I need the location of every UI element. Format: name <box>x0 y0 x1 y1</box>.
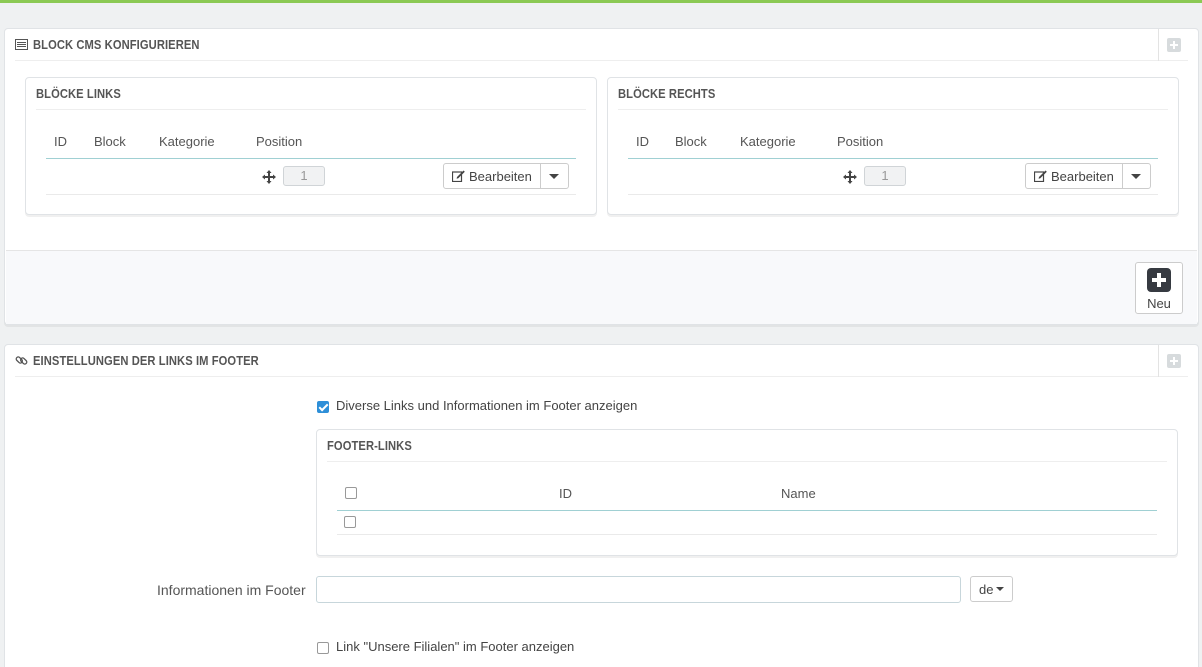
link-icon <box>15 354 28 367</box>
row-checkbox[interactable] <box>344 516 356 528</box>
right-blocks-heading: BLÖCKE RECHTS <box>618 78 1168 110</box>
list-icon <box>15 39 28 50</box>
edit-dropdown-toggle[interactable] <box>1123 164 1150 188</box>
language-label: de <box>979 581 994 597</box>
move-icon[interactable] <box>843 170 857 184</box>
edit-button-group: Bearbeiten <box>1025 163 1151 189</box>
select-all-checkbox[interactable] <box>345 487 357 499</box>
right-blocks-panel: BLÖCKE RECHTS ID Block Kategorie Positio… <box>607 77 1179 215</box>
show-links-label[interactable]: Diverse Links und Informationen im Foote… <box>336 398 637 413</box>
footer-settings-panel: EINSTELLUNGEN DER LINKS IM FOOTER Divers… <box>4 344 1199 667</box>
top-accent-bar <box>0 0 1202 3</box>
position-input[interactable]: 1 <box>864 166 906 186</box>
collapse-toggle[interactable] <box>1158 29 1188 61</box>
left-blocks-title: BLÖCKE LINKS <box>36 86 121 101</box>
cms-config-panel: BLOCK CMS KONFIGURIEREN BLÖCKE LINKS ID … <box>4 28 1199 325</box>
row-rule <box>337 534 1157 535</box>
col-category: Kategorie <box>740 134 796 149</box>
footer-settings-heading: EINSTELLUNGEN DER LINKS IM FOOTER <box>15 345 1188 377</box>
collapse-toggle[interactable] <box>1158 345 1188 377</box>
edit-dropdown-toggle[interactable] <box>541 164 568 188</box>
footer-links-panel: FOOTER-LINKS ID Name <box>316 429 1178 556</box>
footer-info-input[interactable] <box>316 576 961 603</box>
new-label: Neu <box>1147 296 1171 311</box>
row-rule <box>46 194 576 195</box>
caret-down-icon <box>1131 173 1142 179</box>
footer-links-heading: FOOTER-LINKS <box>327 430 1167 462</box>
plus-square-icon <box>1166 38 1181 52</box>
cms-config-heading: BLOCK CMS KONFIGURIEREN <box>15 29 1188 61</box>
edit-button[interactable]: Bearbeiten <box>444 164 541 188</box>
caret-down-icon <box>549 173 560 179</box>
language-dropdown[interactable]: de <box>970 576 1014 602</box>
left-blocks-heading: BLÖCKE LINKS <box>36 78 586 110</box>
panel-footer: Neu <box>6 250 1197 324</box>
col-block: Block <box>675 134 707 149</box>
new-button[interactable]: Neu <box>1135 262 1183 314</box>
edit-button[interactable]: Bearbeiten <box>1026 164 1123 188</box>
show-links-checkbox[interactable] <box>317 401 329 413</box>
footer-settings-title: EINSTELLUNGEN DER LINKS IM FOOTER <box>33 353 259 368</box>
plus-square-icon <box>1166 354 1181 368</box>
col-name: Name <box>781 486 816 501</box>
col-id: ID <box>559 486 572 501</box>
stores-link-checkbox[interactable] <box>317 642 329 654</box>
plus-icon <box>1147 268 1171 292</box>
edit-label: Bearbeiten <box>469 168 532 184</box>
cms-config-title: BLOCK CMS KONFIGURIEREN <box>33 37 200 52</box>
row-rule <box>628 194 1158 195</box>
info-label: Informationen im Footer <box>157 582 306 598</box>
left-blocks-panel: BLÖCKE LINKS ID Block Kategorie Position… <box>25 77 597 215</box>
edit-button-group: Bearbeiten <box>443 163 569 189</box>
table-header-rule <box>628 158 1158 159</box>
table-header-rule <box>46 158 576 159</box>
col-position: Position <box>837 134 884 149</box>
table-header-rule <box>337 510 1157 511</box>
edit-icon <box>1034 170 1047 182</box>
col-position: Position <box>256 134 303 149</box>
col-id: ID <box>636 134 649 149</box>
footer-links-title: FOOTER-LINKS <box>327 438 412 453</box>
col-block: Block <box>94 134 126 149</box>
edit-icon <box>452 170 465 182</box>
right-blocks-title: BLÖCKE RECHTS <box>618 86 716 101</box>
col-category: Kategorie <box>159 134 215 149</box>
move-icon[interactable] <box>262 170 276 184</box>
stores-link-label[interactable]: Link "Unsere Filialen" im Footer anzeige… <box>336 639 574 654</box>
edit-label: Bearbeiten <box>1051 168 1114 184</box>
caret-down-icon <box>996 587 1005 591</box>
position-input[interactable]: 1 <box>283 166 325 186</box>
col-id: ID <box>54 134 67 149</box>
